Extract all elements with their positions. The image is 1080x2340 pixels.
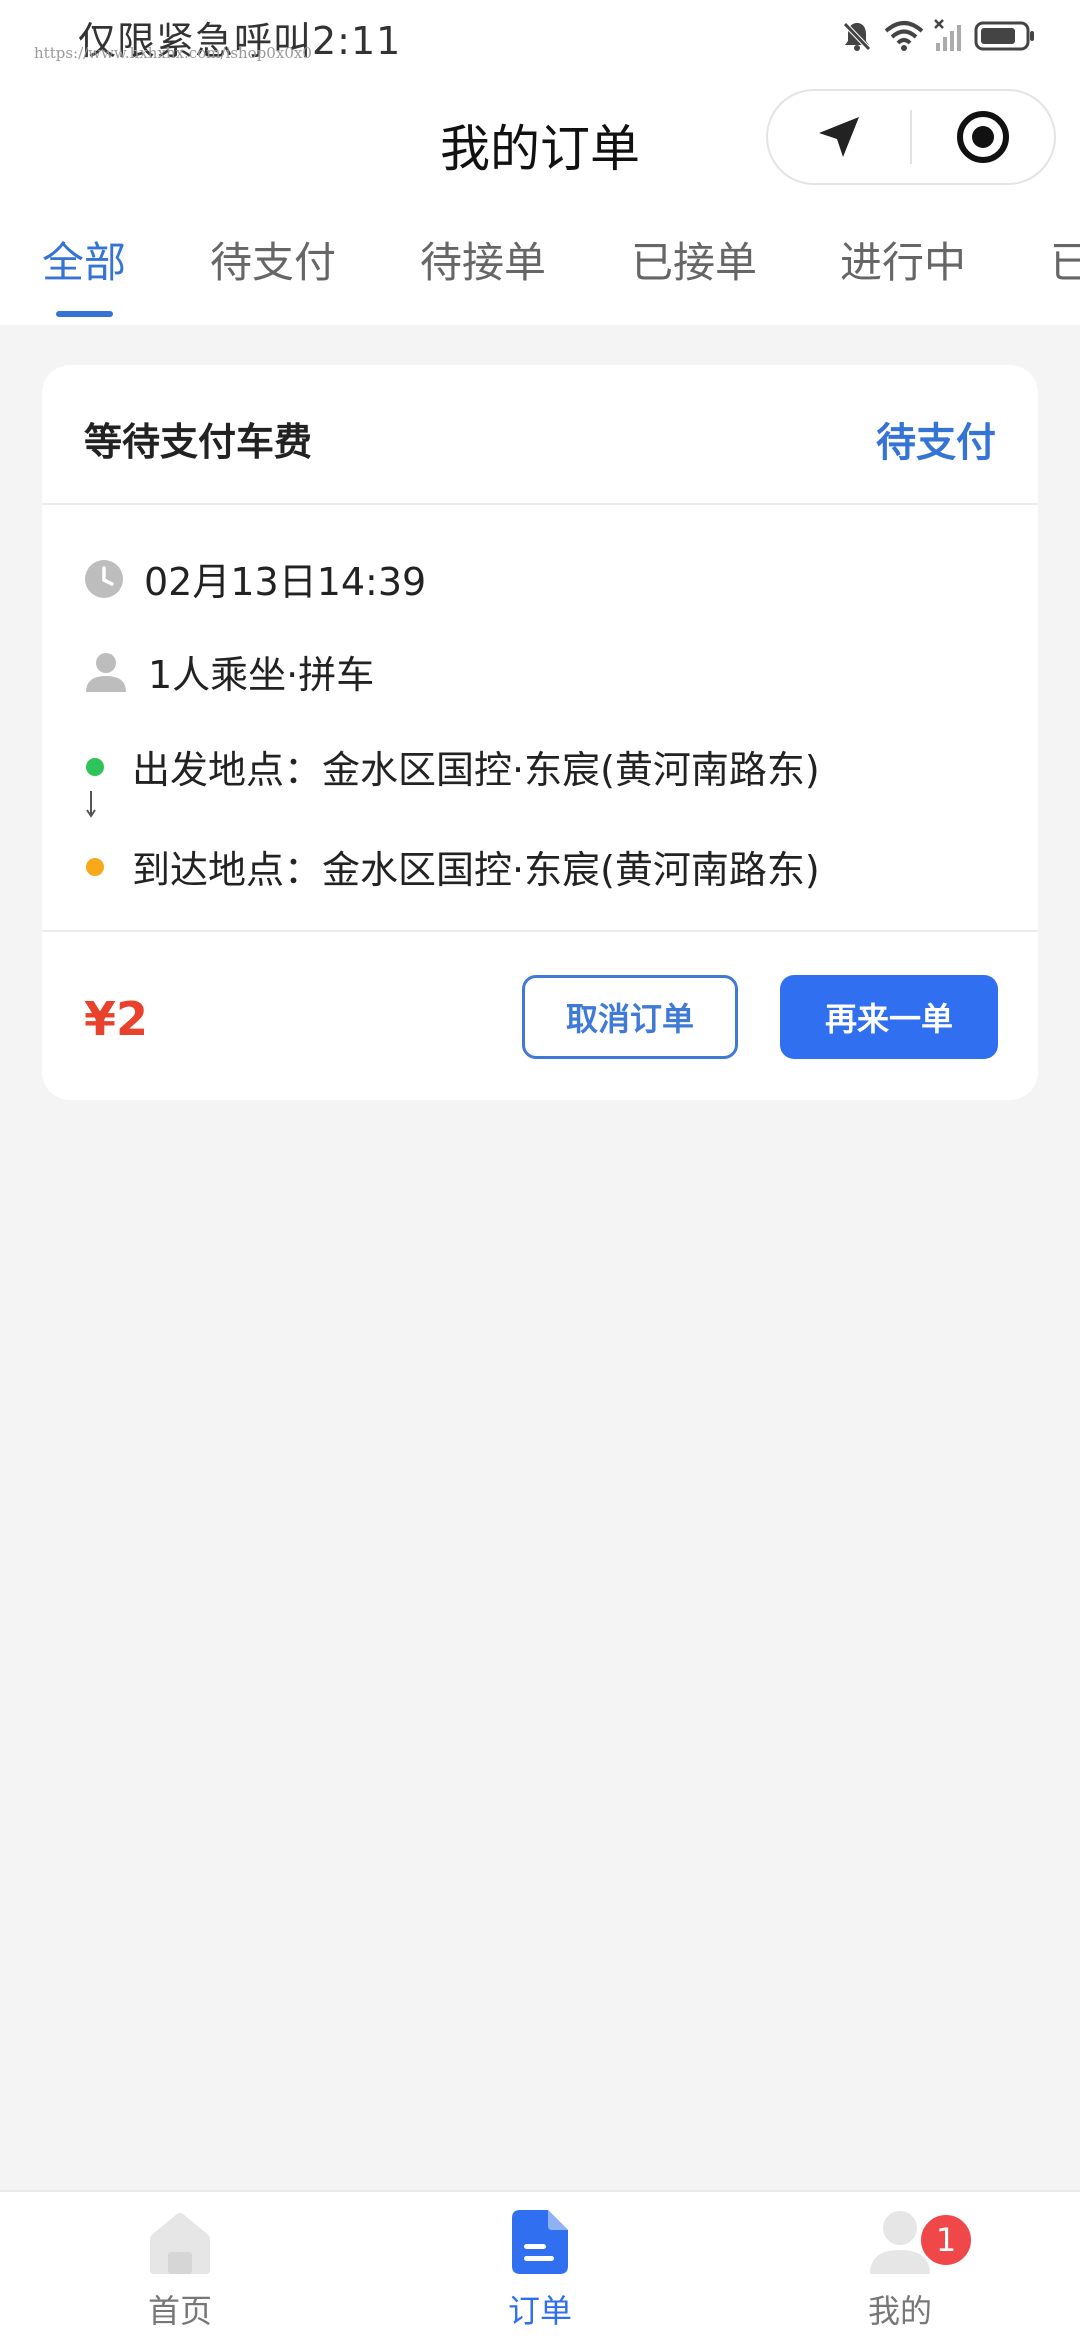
cancel-order-button[interactable]: 取消订单 [522, 975, 738, 1059]
signal-icon [934, 19, 961, 51]
departure-row: 出发地点：金水区国控·东宸(黄河南路东) [84, 739, 820, 794]
order-price: ¥2 [84, 992, 149, 1046]
arrival-row: 到达地点：金水区国控·东宸(黄河南路东) [84, 839, 820, 894]
nav-item-home[interactable]: 首页 [80, 2192, 280, 2340]
departure-dot-icon [86, 757, 104, 776]
arrival-dot-icon [86, 857, 104, 876]
tab-completed-partial[interactable]: 已 [1050, 229, 1080, 290]
passenger-info: 1人乘坐·拼车 [148, 653, 375, 697]
bottom-nav: 首页 订单 1 我的 [0, 2190, 1080, 2340]
watermark: https://www.hxhxhx.com/ishop0x0x0 [34, 44, 312, 62]
mini-program-capsule [766, 89, 1056, 185]
card-divider [42, 503, 1038, 505]
nav-label-profile: 我的 [867, 2292, 932, 2330]
nav-label-home: 首页 [147, 2292, 212, 2330]
reorder-button[interactable]: 再来一单 [780, 975, 998, 1059]
home-icon [150, 2213, 210, 2274]
passenger-row: 1人乘坐·拼车 [84, 644, 374, 699]
tab-pending-payment[interactable]: 待支付 [210, 229, 336, 290]
departure-location: 出发地点：金水区国控·东宸(黄河南路东) [132, 748, 820, 792]
tab-in-progress[interactable]: 进行中 [840, 229, 966, 290]
order-card-header: 等待支付车费 待支付 [42, 365, 1038, 503]
location-button[interactable] [768, 91, 910, 183]
header: 我的订单 [0, 75, 1080, 205]
route-arrow-icon [86, 791, 96, 818]
arrival-location: 到达地点：金水区国控·东宸(黄河南路东) [132, 848, 820, 892]
status-bar: 仅限紧急呼叫2:11 https://www.hxhxhx.com/ishop0… [0, 0, 1080, 75]
clock-icon [85, 559, 123, 598]
tab-accepted[interactable]: 已接单 [631, 229, 757, 290]
nav-item-orders[interactable]: 订单 [440, 2192, 640, 2340]
order-status: 待支付 [876, 420, 996, 466]
notification-badge: 1 [918, 2212, 974, 2268]
order-time: 02月13日14:39 [144, 560, 427, 604]
close-miniprogram-button[interactable] [912, 91, 1054, 183]
order-time-row: 02月13日14:39 [84, 551, 426, 606]
bell-muted-icon [843, 22, 871, 51]
order-tabs: 全部 待支付 待接单 已接单 进行中 已 [0, 205, 1080, 325]
navigation-arrow-icon [819, 117, 859, 157]
tab-indicator [56, 311, 113, 317]
status-icons [830, 16, 1036, 56]
nav-label-orders: 订单 [507, 2292, 572, 2330]
person-icon [86, 652, 126, 692]
wifi-icon [884, 21, 924, 51]
battery-icon [974, 21, 1034, 51]
card-divider [42, 930, 1038, 932]
tab-all[interactable]: 全部 [42, 229, 126, 290]
target-circle-icon [956, 111, 1009, 163]
order-title: 等待支付车费 [84, 420, 313, 464]
nav-item-profile[interactable]: 1 我的 [800, 2192, 1000, 2340]
order-icon [512, 2210, 568, 2274]
tab-pending-accept[interactable]: 待接单 [420, 229, 546, 290]
order-card[interactable]: 等待支付车费 待支付 02月13日14:39 1人乘坐·拼车 出发地点：金水区国… [42, 365, 1038, 1100]
